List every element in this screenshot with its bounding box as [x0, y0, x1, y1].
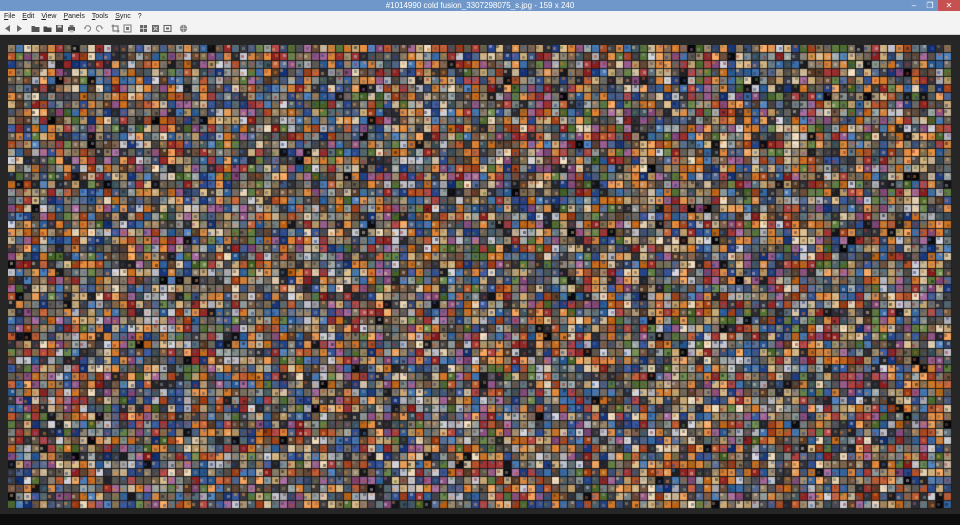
- save-icon[interactable]: [55, 24, 64, 33]
- rotate-right-icon[interactable]: [95, 24, 104, 33]
- maximize-button[interactable]: ❐: [922, 0, 938, 11]
- close-button[interactable]: ✕: [938, 0, 960, 11]
- image-viewer-area[interactable]: [0, 35, 960, 514]
- status-bar: [0, 514, 960, 525]
- rotate-left-icon[interactable]: [83, 24, 92, 33]
- menu-file[interactable]: File: [4, 11, 20, 22]
- window-controls: – ❐ ✕: [906, 0, 960, 11]
- thumbnail-icon[interactable]: [163, 24, 172, 33]
- fit-icon[interactable]: [151, 24, 160, 33]
- resize-icon[interactable]: [123, 24, 132, 33]
- print-icon[interactable]: [67, 24, 76, 33]
- photo-mosaic-image: [8, 45, 952, 509]
- crop-icon[interactable]: [111, 24, 120, 33]
- minimize-button[interactable]: –: [906, 0, 922, 11]
- title-bar[interactable]: #1014990 cold fusion_3307298075_s.jpg - …: [0, 0, 960, 11]
- back-icon[interactable]: [3, 24, 12, 33]
- menu-sync[interactable]: Sync: [115, 11, 136, 22]
- menu-view[interactable]: View: [41, 11, 61, 22]
- menu-tools[interactable]: Tools: [92, 11, 113, 22]
- forward-icon[interactable]: [15, 24, 24, 33]
- menu-help[interactable]: ?: [138, 11, 147, 22]
- window-title: #1014990 cold fusion_3307298075_s.jpg - …: [385, 1, 575, 10]
- open-folder-icon[interactable]: [31, 24, 40, 33]
- menu-panels[interactable]: Panels: [63, 11, 89, 22]
- grid-icon[interactable]: [139, 24, 148, 33]
- menu-bar: File Edit View Panels Tools Sync ?: [0, 11, 960, 22]
- toolbar: [0, 22, 960, 35]
- folder-icon[interactable]: [43, 24, 52, 33]
- globe-icon[interactable]: [179, 24, 188, 33]
- menu-edit[interactable]: Edit: [22, 11, 39, 22]
